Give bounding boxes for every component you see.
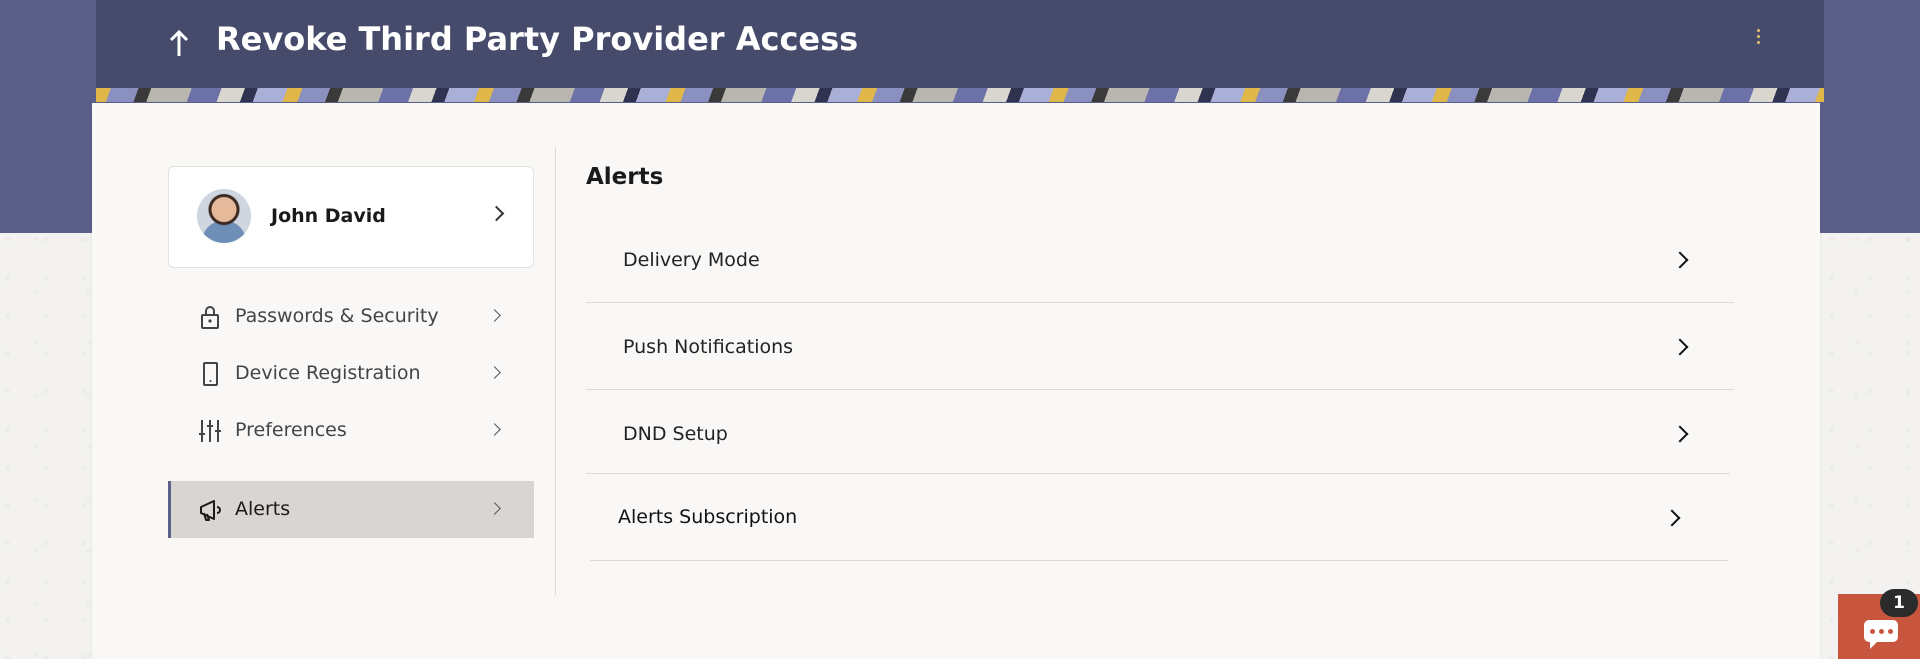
megaphone-icon: [200, 500, 221, 521]
chat-icon: [1864, 620, 1898, 649]
avatar: [197, 189, 251, 243]
kebab-menu-icon[interactable]: [1748, 22, 1768, 50]
row-label: DND Setup: [623, 423, 728, 445]
sliders-icon: [199, 420, 221, 442]
decorative-banner: [96, 88, 1824, 102]
chevron-right-icon: [488, 423, 501, 436]
sidebar-item-label: Device Registration: [235, 362, 421, 384]
row-label: Push Notifications: [623, 336, 794, 358]
row-label: Delivery Mode: [623, 249, 760, 271]
page-title: Revoke Third Party Provider Access: [216, 20, 859, 58]
sidebar-item-label: Preferences: [235, 419, 347, 441]
row-delivery-mode[interactable]: Delivery Mode: [586, 217, 1734, 303]
chevron-right-icon: [1671, 338, 1689, 356]
row-push-notifications[interactable]: Push Notifications: [586, 304, 1734, 390]
chevron-right-icon: [1663, 509, 1681, 527]
chat-notification-badge: 1: [1880, 589, 1918, 617]
sidebar-item-passwords-security[interactable]: Passwords & Security: [168, 289, 534, 345]
section-title: Alerts: [586, 164, 664, 190]
chevron-right-icon: [1671, 251, 1689, 269]
row-alerts-subscription[interactable]: Alerts Subscription: [590, 475, 1728, 561]
chevron-right-icon: [488, 309, 501, 322]
profile-name: John David: [271, 205, 386, 227]
back-button[interactable]: [158, 22, 200, 64]
row-dnd-setup[interactable]: DND Setup: [586, 391, 1730, 474]
sidebar-item-label: Alerts: [235, 498, 291, 520]
sidebar-item-alerts[interactable]: Alerts: [168, 481, 534, 538]
sidebar-item-preferences[interactable]: Preferences: [168, 403, 534, 459]
chevron-right-icon: [488, 502, 501, 515]
chevron-right-icon: [1671, 425, 1689, 443]
chevron-right-icon: [488, 205, 505, 222]
chevron-right-icon: [488, 366, 501, 379]
sidebar-item-device-registration[interactable]: Device Registration: [168, 346, 534, 402]
column-divider: [555, 147, 556, 595]
profile-card[interactable]: John David: [168, 166, 534, 268]
lock-icon: [201, 306, 219, 329]
mobile-device-icon: [203, 362, 218, 386]
arrow-up-icon: [169, 29, 189, 56]
sidebar-item-label: Passwords & Security: [235, 305, 439, 327]
row-label: Alerts Subscription: [618, 506, 798, 528]
